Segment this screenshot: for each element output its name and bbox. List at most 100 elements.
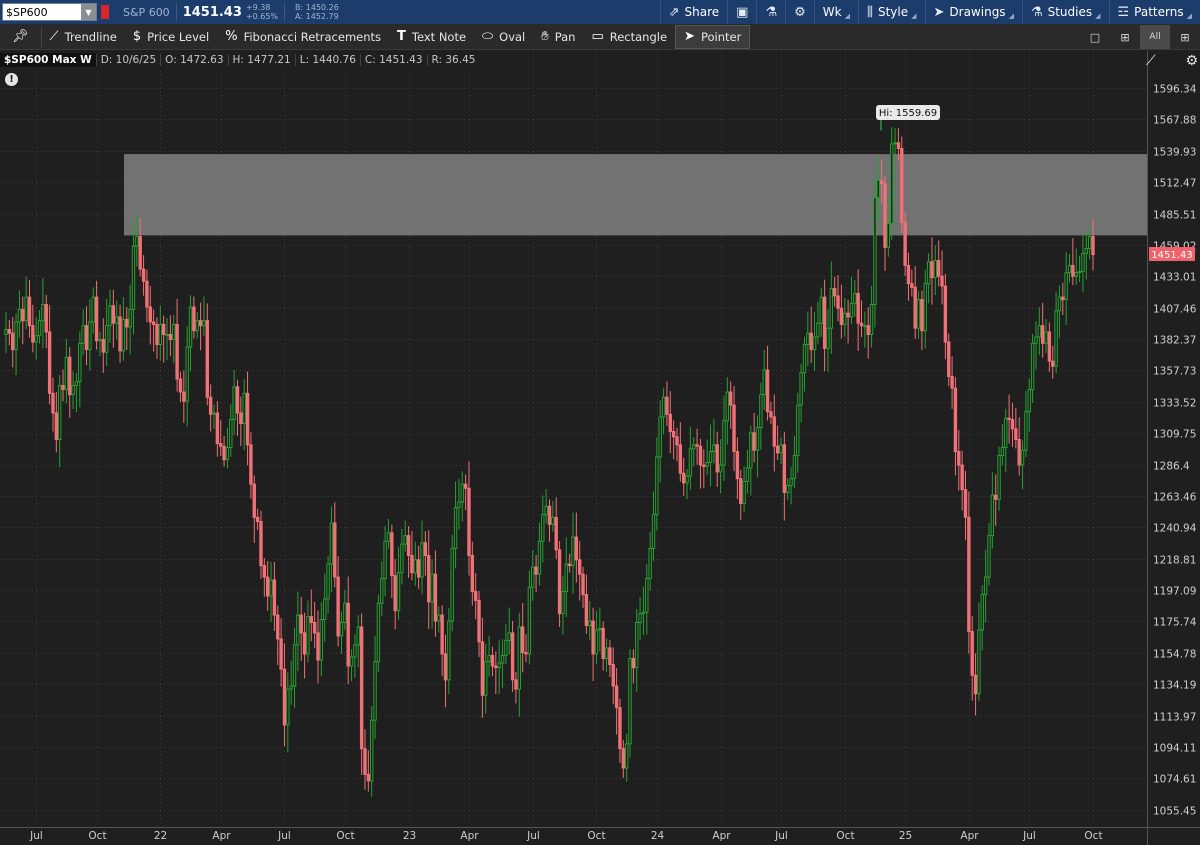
x-tick-label: Jul — [1022, 830, 1036, 842]
candle-body — [994, 494, 998, 500]
y-tick-label: 1240.94 — [1153, 523, 1197, 535]
y-tick-label: 1094.11 — [1153, 743, 1196, 755]
candle-body — [584, 594, 589, 626]
candle-body — [225, 447, 230, 461]
layout-all-button[interactable]: All — [1140, 25, 1170, 49]
patterns-icon: ☲ — [1117, 4, 1130, 20]
y-tick-label: 1407.46 — [1153, 304, 1197, 316]
drawing-style-icon[interactable]: ⟋ — [1146, 53, 1156, 69]
trendline-tool[interactable]: ⟋ Trendline — [42, 25, 125, 49]
candle-body — [470, 555, 475, 593]
text-note-tool[interactable]: T Text Note — [389, 25, 474, 49]
candle-body — [906, 264, 911, 285]
candle-body — [88, 321, 92, 351]
quad-layout-icon[interactable]: ⊞ — [1170, 25, 1200, 49]
candle-body — [893, 142, 897, 145]
candle-body — [363, 748, 367, 775]
candle-body — [121, 318, 126, 352]
candle-body — [467, 487, 471, 557]
candle-body — [735, 451, 740, 480]
candle-body — [386, 532, 391, 542]
candle-body — [145, 280, 149, 308]
chart-settings-icon[interactable]: ⚙ — [1185, 53, 1198, 69]
x-tick-label: Apr — [460, 830, 479, 842]
candle-body — [836, 295, 840, 309]
candle-body — [168, 333, 173, 341]
timeframe-button[interactable]: Wk ◢ — [813, 0, 858, 24]
candle-body — [1017, 438, 1021, 466]
candle-body — [980, 594, 984, 631]
candle-body — [661, 396, 666, 418]
symbol-input[interactable] — [3, 4, 81, 20]
settings-button[interactable]: ⚙ — [785, 0, 814, 24]
chart-corner-tools: ⟋ ⚙ — [1146, 51, 1198, 71]
single-layout-icon[interactable]: □ — [1080, 25, 1110, 49]
grid-layout-icon[interactable]: ⊞ — [1110, 25, 1140, 49]
candle-body — [621, 748, 626, 769]
candle-body — [876, 179, 880, 199]
candle-body — [806, 332, 810, 346]
candle-body — [859, 322, 864, 327]
candle-body — [712, 444, 716, 453]
fibonacci-label: Fibonacci Retracements — [243, 29, 382, 44]
candle-body — [81, 325, 85, 344]
flask-button[interactable]: ⚗ — [756, 0, 785, 24]
candle-body — [1014, 428, 1018, 440]
y-tick-label: 1357.73 — [1153, 366, 1196, 378]
candle-body — [832, 288, 837, 297]
candle-body — [997, 455, 1001, 500]
price-chart[interactable]: 1596.341567.881539.931512.471485.511459.… — [0, 51, 1200, 845]
pan-tool[interactable]: ✋︎ Pan — [533, 25, 583, 49]
candle-body — [936, 260, 941, 277]
candle-body — [457, 501, 461, 509]
candle-body — [685, 475, 689, 484]
y-tick-label: 1539.93 — [1153, 147, 1196, 159]
pointer-tool[interactable]: ➤ Pointer — [675, 24, 751, 49]
candle-body — [688, 448, 693, 477]
chart-panel[interactable]: 1596.34 1567.88 1539.93 1512.47 1485.51 1459.… — [0, 51, 1200, 845]
candle-body — [319, 619, 324, 661]
symbol-dropdown-icon[interactable]: ▼ — [81, 4, 96, 20]
pin-button[interactable]: 📌︎ — [0, 25, 41, 49]
candle-body — [977, 629, 981, 695]
fibonacci-tool[interactable]: % Fibonacci Retracements — [217, 25, 389, 49]
candle-body — [383, 540, 387, 580]
candle-body — [138, 236, 142, 270]
candle-body — [692, 444, 696, 450]
candle-body — [611, 664, 615, 687]
caret-icon: ◢ — [1008, 12, 1014, 20]
flag-icon[interactable] — [101, 5, 109, 19]
candle-body — [41, 304, 45, 322]
layout-controls: □ ⊞ All ⊞ — [1080, 24, 1200, 50]
candle-body — [524, 651, 528, 655]
open-value: O: 1472.63 — [160, 53, 227, 66]
candle-body — [336, 576, 340, 637]
candle-body — [728, 391, 733, 406]
candle-body — [212, 412, 216, 415]
candle-body — [960, 464, 964, 491]
resistance-zone[interactable] — [124, 154, 1147, 236]
candle-body — [21, 308, 25, 322]
candle-body — [843, 312, 847, 325]
snapshot-button[interactable]: ▣ — [727, 0, 756, 24]
candle-body — [900, 147, 904, 223]
candle-body — [658, 416, 662, 458]
candle-body — [873, 197, 877, 306]
share-button[interactable]: ⇗ Share — [659, 0, 728, 24]
rectangle-tool[interactable]: ▭ Rectangle — [583, 25, 675, 49]
studies-button[interactable]: ⚗ Studies ◢ — [1021, 0, 1109, 24]
oval-tool[interactable]: ⬭ Oval — [474, 25, 533, 49]
drawings-button[interactable]: ➤ Drawings ◢ — [924, 0, 1022, 24]
style-button[interactable]: ⫼ Style ◢ — [857, 0, 925, 24]
candle-body — [557, 549, 562, 615]
candle-body — [269, 579, 273, 597]
patterns-button[interactable]: ☲ Patterns ◢ — [1108, 0, 1200, 24]
symbol-selector[interactable]: ▼ — [2, 3, 97, 21]
candle-body — [705, 461, 709, 467]
price-level-tool[interactable]: $ Price Level — [125, 25, 217, 49]
alert-icon[interactable]: ! — [5, 73, 18, 86]
candle-body — [1087, 236, 1092, 250]
candle-body — [1081, 252, 1085, 272]
x-tick-label: Jul — [277, 830, 291, 842]
x-tick-label: Oct — [88, 830, 106, 842]
